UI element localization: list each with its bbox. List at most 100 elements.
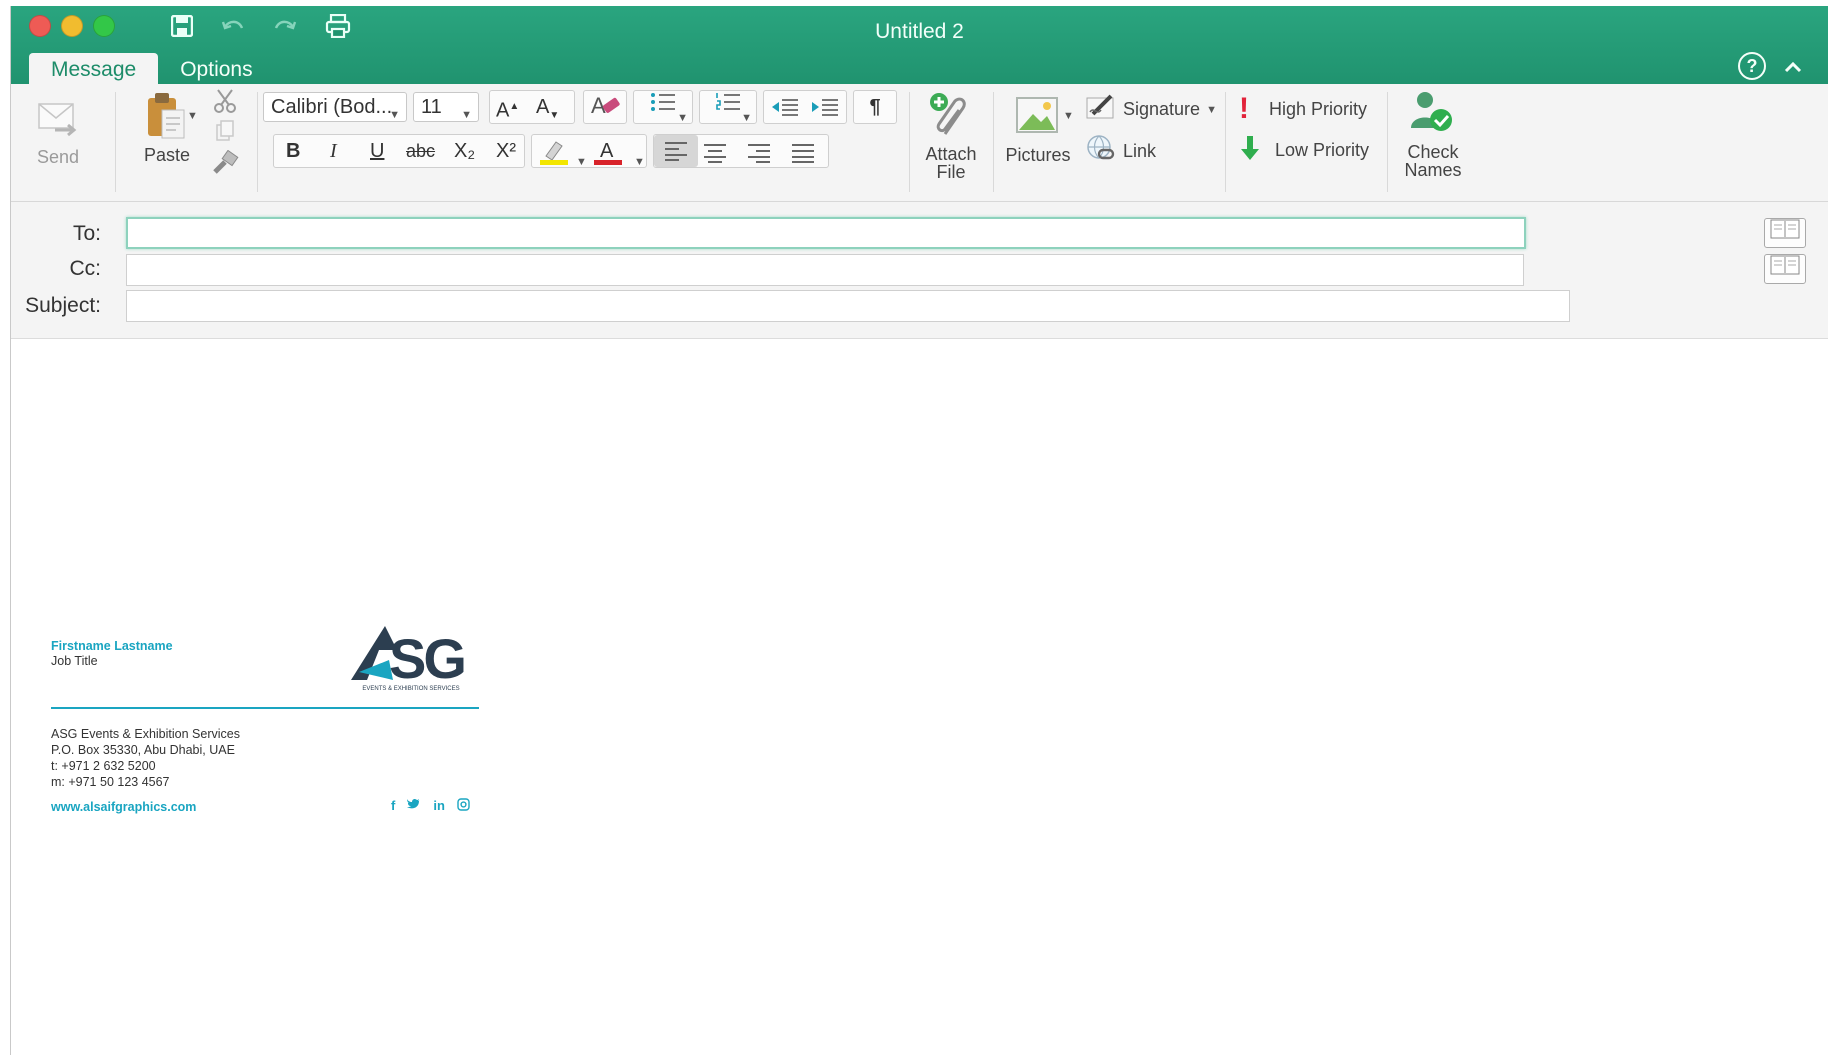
facebook-icon[interactable]: f (391, 798, 395, 814)
font-color-swatch (594, 160, 622, 165)
instagram-icon[interactable] (457, 798, 470, 814)
subject-field[interactable] (126, 290, 1570, 322)
link-label: Link (1123, 141, 1157, 161)
linkedin-icon[interactable]: in (433, 798, 445, 814)
signature-mobile: m: +971 50 123 4567 (51, 775, 170, 789)
chevron-down-icon: ▼ (461, 109, 472, 121)
company-logo: SG EVENTS & EXHIBITION SERVICES (349, 620, 479, 702)
chevron-down-icon: ▼ (389, 109, 400, 121)
subject-label: Subject: (25, 294, 101, 317)
help-icon[interactable]: ? (1738, 52, 1766, 80)
grow-font-button[interactable]: A▲ (496, 91, 519, 127)
shrink-font-letter: A (536, 96, 550, 118)
low-priority-button[interactable]: Low Priority (1239, 134, 1369, 167)
shrink-font-button[interactable]: A▼ (536, 91, 559, 132)
italic-button[interactable]: I (330, 135, 337, 167)
link-button[interactable]: Link (1085, 134, 1156, 169)
collapse-ribbon-icon[interactable] (1784, 52, 1802, 80)
send-button[interactable]: Send (23, 94, 93, 168)
high-priority-label: High Priority (1269, 98, 1368, 119)
align-right-icon[interactable] (746, 141, 772, 173)
grow-font-letter: A (496, 99, 510, 122)
cut-icon[interactable] (213, 88, 237, 119)
subscript-button[interactable]: X₂ (454, 135, 475, 167)
email-signature: Firstname Lastname Job Title SG EVENTS &… (51, 616, 491, 814)
indent-buttons (763, 90, 847, 124)
low-priority-label: Low Priority (1275, 140, 1370, 160)
attach-file-button[interactable]: Attach File (915, 90, 987, 181)
signature-address-block: ASG Events & Exhibition Services P.O. Bo… (51, 726, 240, 790)
underline-button[interactable]: U (370, 135, 384, 167)
pictures-dropdown-icon[interactable]: ▼ (1063, 110, 1074, 122)
decrease-indent-icon[interactable] (770, 96, 800, 128)
check-names-line1: Check (1407, 142, 1459, 162)
chevron-down-icon[interactable]: ▼ (634, 146, 645, 178)
chevron-down-icon: ▼ (677, 112, 688, 124)
paste-dropdown-icon[interactable]: ▼ (187, 110, 198, 122)
format-painter-icon[interactable] (211, 149, 239, 181)
mail-compose-window: Untitled 2 Message Options ? Send Paste … (10, 6, 1828, 1055)
signature-icon (1085, 94, 1117, 125)
font-size-select[interactable]: 11 ▼ (413, 92, 479, 122)
copy-icon[interactable] (215, 120, 235, 147)
chevron-down-icon[interactable]: ▼ (576, 146, 587, 178)
signature-address: P.O. Box 35330, Abu Dhabi, UAE (51, 743, 235, 757)
signature-button[interactable]: Signature ▼ (1085, 94, 1217, 125)
bullets-button[interactable]: ▼ (633, 90, 693, 124)
clear-formatting-button[interactable]: A (583, 90, 627, 124)
attach-label-line2: File (936, 162, 966, 182)
superscript-button[interactable]: X² (496, 135, 516, 167)
titlebar-right-controls: ? (1738, 52, 1802, 80)
ribbon-divider (115, 92, 116, 192)
send-icon (23, 94, 93, 149)
align-left-button[interactable] (654, 135, 698, 167)
signature-label: Signature (1123, 99, 1201, 119)
signature-website-link[interactable]: www.alsaifgraphics.com (51, 800, 196, 814)
paste-label: Paste (143, 145, 191, 165)
show-formatting-button[interactable]: ¶ (853, 90, 897, 124)
signature-divider (51, 707, 479, 709)
strikethrough-button[interactable]: abc (406, 135, 435, 167)
font-size-buttons: A▲ A▼ (489, 90, 575, 124)
asg-logo-graphic: SG (351, 626, 467, 690)
alignment-buttons (653, 134, 829, 168)
paste-button[interactable]: Paste (127, 90, 207, 166)
cc-label: Cc: (69, 257, 102, 280)
high-priority-button[interactable]: ! High Priority (1239, 92, 1367, 126)
ribbon-divider (909, 92, 910, 192)
twitter-icon[interactable] (407, 798, 421, 814)
numbering-button[interactable]: ▼ (699, 90, 757, 124)
window-title: Untitled 2 (875, 20, 964, 43)
tab-message[interactable]: Message (29, 53, 159, 87)
cc-field[interactable] (126, 254, 1524, 286)
svg-text:SG: SG (389, 627, 464, 686)
justify-icon[interactable] (790, 141, 816, 173)
to-field[interactable] (126, 217, 1526, 249)
address-book-icon (1770, 219, 1800, 243)
highlight-icon[interactable] (538, 138, 570, 176)
bold-button[interactable]: B (286, 135, 300, 167)
fields-inner: To: Cc: Subject: (11, 202, 1828, 338)
pictures-label: Pictures (1005, 145, 1071, 165)
font-color-button[interactable]: A (594, 135, 622, 167)
pictures-button[interactable]: Pictures (997, 94, 1079, 166)
tab-options[interactable]: Options (158, 53, 274, 87)
chevron-down-icon: ▼ (741, 112, 752, 124)
cc-address-book-button[interactable] (1764, 254, 1806, 284)
clear-formatting-icon: A (589, 93, 621, 124)
message-body[interactable] (11, 340, 1828, 1055)
align-center-icon[interactable] (702, 141, 728, 173)
font-name-select[interactable]: Calibri (Bod... ▼ (263, 92, 407, 122)
to-address-book-button[interactable] (1764, 218, 1806, 248)
check-names-line2: Names (1404, 160, 1462, 180)
ribbon-tabs: Message Options (29, 53, 275, 87)
check-names-button[interactable]: Check Names (1395, 88, 1471, 179)
link-icon (1085, 134, 1117, 169)
font-size-value: 11 (421, 96, 442, 118)
increase-indent-icon[interactable] (810, 96, 840, 128)
low-priority-icon (1239, 134, 1261, 167)
font-color-letter: A (600, 140, 614, 162)
title-bar: Untitled 2 Message Options ? (11, 6, 1828, 87)
high-priority-icon: ! (1239, 92, 1249, 125)
ribbon: Send Paste ▼ Calibri (Bod... ▼ 11 ▼ A▲ A… (11, 84, 1828, 202)
